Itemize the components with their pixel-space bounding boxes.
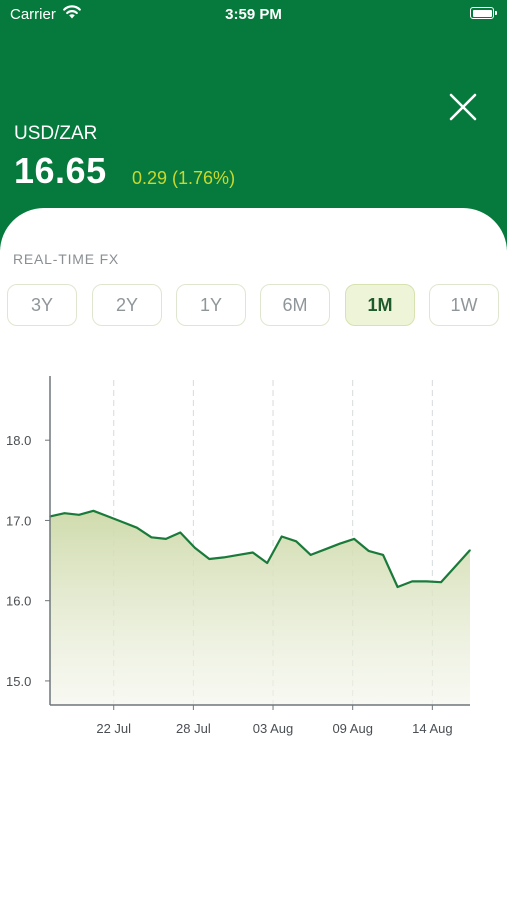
section-label: REAL-TIME FX (13, 251, 120, 267)
data-point (179, 531, 182, 534)
chart-area (50, 510, 470, 705)
range-button-1y[interactable]: 1Y (176, 284, 246, 326)
data-point (237, 554, 240, 556)
data-point (396, 586, 399, 588)
rate-change: 0.29 (1.76%) (132, 168, 236, 188)
y-tick-label: 17.0 (6, 513, 31, 528)
data-point (295, 540, 298, 543)
x-tick-label: 22 Jul (96, 721, 131, 736)
data-point (382, 554, 384, 556)
data-point (194, 546, 196, 549)
data-point (107, 515, 109, 518)
x-tick-label: 03 Aug (253, 721, 294, 736)
data-point (338, 542, 341, 545)
data-point (411, 580, 413, 583)
y-tick-label: 15.0 (6, 674, 31, 689)
range-button-6m[interactable]: 6M (260, 284, 330, 326)
fx-chart: 15.0 16.0 17.0 18.0 22 Jul 28 Jul 03 Aug 09 Au… (6, 376, 471, 736)
data-point (280, 535, 283, 538)
status-bar: Carrier 3:59 PM (0, 0, 507, 30)
y-tick-label: 18.0 (6, 433, 31, 448)
data-point (78, 514, 80, 516)
data-point (266, 562, 269, 564)
data-point (367, 550, 370, 552)
data-point (440, 581, 442, 584)
data-point (454, 565, 457, 567)
current-rate: 16.65 (14, 150, 107, 191)
clock: 3:59 PM (225, 6, 282, 23)
data-point (222, 556, 225, 559)
range-button-3y[interactable]: 3Y (7, 284, 77, 326)
data-point (469, 549, 471, 551)
data-point (251, 551, 254, 554)
range-button-2y[interactable]: 2Y (92, 284, 162, 326)
currency-pair: USD/ZAR (14, 123, 98, 144)
x-tick-label: 09 Aug (332, 721, 373, 736)
data-point (353, 538, 355, 540)
data-point (121, 521, 124, 523)
data-point (136, 526, 138, 529)
data-point (92, 510, 95, 512)
data-point (309, 554, 312, 556)
data-point (165, 538, 167, 540)
range-button-1w[interactable]: 1W (429, 284, 499, 326)
x-tick-label: 28 Jul (176, 721, 211, 736)
data-point (324, 548, 326, 551)
data-point (150, 536, 153, 539)
close-icon[interactable] (444, 88, 482, 126)
x-tick-label: 14 Aug (412, 721, 453, 736)
data-point (425, 580, 428, 583)
y-tick-label: 16.0 (6, 594, 31, 609)
range-button-1m[interactable]: 1M (345, 284, 415, 326)
data-point (208, 558, 211, 560)
battery-icon (470, 7, 497, 19)
data-point (63, 512, 66, 515)
